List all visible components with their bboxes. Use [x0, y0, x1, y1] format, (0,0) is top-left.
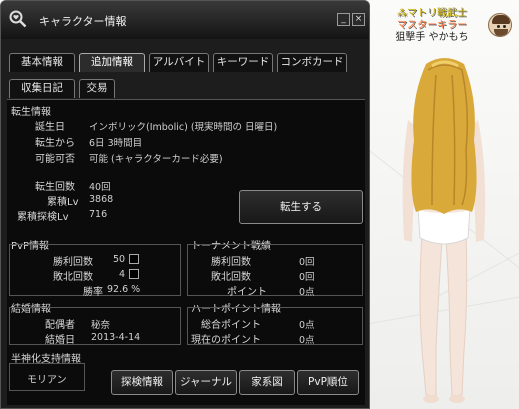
tournament-points-label: ポイント [227, 287, 267, 298]
player-name: 狙撃手 やかもち [395, 32, 469, 43]
rebirth-possible-value: 可能 (キャラクターカード必要) [89, 154, 223, 165]
rebirth-possible-label: 可能可否 [35, 154, 75, 165]
cumulative-explore-level-value: 716 [89, 209, 108, 220]
cumulative-explore-level-label: 累積探検Lv [17, 212, 69, 223]
since-rebirth-value: 6日 3時間目 [89, 138, 143, 149]
tab-trade[interactable]: 交易 [79, 79, 115, 98]
tab-content-panel: 転生情報 誕生日 インボリック(Imbolic) (現実時間の 日曜日) 転生か… [7, 99, 365, 405]
pvp-wins-value: 50 [113, 254, 126, 265]
rebirth-section-title: 転生情報 [11, 107, 51, 118]
total-points-label: 総合ポイント [201, 320, 261, 331]
birthday-label: 誕生日 [35, 122, 65, 133]
journal-button[interactable]: ジャーナル [175, 370, 237, 395]
tab-keyword[interactable]: キーワード [213, 53, 273, 72]
window-title: キャラクター情報 [39, 15, 127, 28]
demigod-support-value: モリアン [27, 375, 67, 386]
pvp-rate-label: 勝率 [83, 287, 103, 298]
rebirth-count-value: 40回 [89, 182, 111, 193]
tab-collection-diary[interactable]: 収集日記 [9, 79, 75, 98]
tournament-wins-value: 0回 [299, 257, 315, 268]
player-avatar-icon[interactable] [488, 13, 512, 37]
character-info-window: キャラクター情報 _ × 基本情報 追加情報 アルバイト キーワード コンボカー… [0, 0, 370, 409]
player-subtitle: マスターキラー [397, 20, 467, 31]
tournament-losses-label: 敗北回数 [211, 272, 251, 283]
tab-part-time-job[interactable]: アルバイト [149, 53, 209, 72]
pvp-losses-value: 4 [119, 269, 126, 280]
spouse-label: 配偶者 [45, 320, 75, 331]
birthday-value: インボリック(Imbolic) (現実時間の 日曜日) [89, 122, 278, 133]
player-title: ⁂マトリ戦武士 [397, 8, 467, 19]
magnifier-heart-icon [9, 10, 27, 28]
pvp-ranking-button[interactable]: PvP順位 [297, 370, 359, 395]
pvp-wins-label: 勝利回数 [53, 257, 93, 268]
pvp-rate-value: 92.6 % [107, 284, 141, 295]
rebirth-count-label: 転生回数 [35, 182, 75, 193]
tab-basic-info[interactable]: 基本情報 [9, 53, 75, 72]
tournament-wins-label: 勝利回数 [211, 257, 251, 268]
exploration-info-button[interactable]: 探検情報 [111, 370, 173, 395]
character-figure [402, 58, 486, 403]
pvp-losses-label: 敗北回数 [53, 272, 93, 283]
cumulative-level-value: 3868 [89, 194, 114, 205]
close-button[interactable]: × [352, 13, 365, 26]
tournament-points-value: 0点 [299, 287, 315, 298]
tab-combo-card[interactable]: コンボカード [277, 53, 347, 72]
current-points-value: 0点 [299, 335, 315, 346]
family-tree-button[interactable]: 家系図 [239, 370, 295, 395]
wedding-date-value: 2013-4-14 [91, 332, 141, 343]
game-scene [370, 0, 519, 409]
since-rebirth-label: 転生から [35, 138, 75, 149]
cumulative-level-label: 累積Lv [47, 197, 79, 208]
spouse-value: 秘奈 [91, 320, 111, 331]
wedding-date-label: 結婚日 [45, 335, 75, 346]
window-titlebar[interactable]: キャラクター情報 _ × [1, 1, 369, 39]
tab-additional-info[interactable]: 追加情報 [79, 53, 145, 72]
minimize-button[interactable]: _ [337, 13, 350, 26]
total-points-value: 0点 [299, 320, 315, 331]
pvp-losses-unit-box [129, 269, 139, 279]
player-nameplate: ⁂マトリ戦武士 マスターキラー 狙撃手 やかもち [376, 8, 488, 44]
rebirth-button[interactable]: 転生する [239, 190, 363, 224]
tournament-losses-value: 0回 [299, 272, 315, 283]
pvp-wins-unit-box [129, 254, 139, 264]
current-points-label: 現在のポイント [191, 335, 261, 346]
